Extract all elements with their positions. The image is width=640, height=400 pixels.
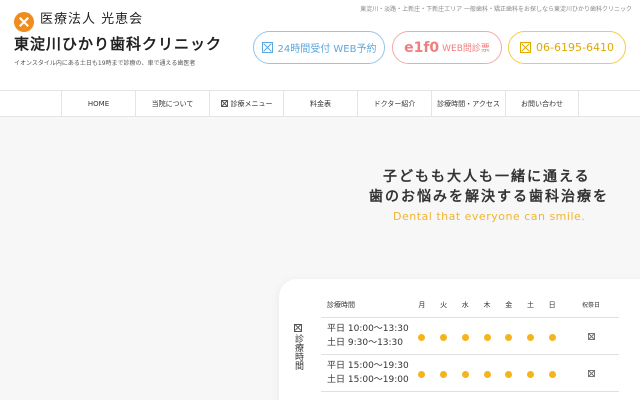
nav-item-menu[interactable]: 診療メニュー	[209, 91, 283, 116]
nav-item-doctor[interactable]: ドクター紹介	[357, 91, 431, 116]
hours-header-holiday: 祝祭日	[563, 293, 619, 318]
nav-item-access[interactable]: 診療時間・アクセス	[431, 91, 505, 116]
hours-header-wed: 水	[454, 293, 477, 318]
holiday-mark-icon	[587, 333, 595, 340]
hours-table: 診療時間 月 火 水 木 金 土 日 祝祭日 平日 10:00〜13:30 土日…	[321, 293, 619, 392]
open-dot-icon	[483, 334, 491, 341]
hours-header-mon: 月	[411, 293, 433, 318]
open-dot-icon	[418, 334, 426, 341]
hours-card: 診療時間 診療時間 月 火 水 木 金 土 日 祝祭日 平日 10:00〜13:…	[279, 279, 640, 400]
global-nav: HOME 当院について 診療メニュー 料金表 ドクター紹介 診療時間・アクセス …	[0, 90, 640, 117]
nav-item-about[interactable]: 当院について	[135, 91, 209, 116]
web-reservation-button[interactable]: 24時間受付 WEB予約	[253, 31, 385, 64]
nav-item-label: 料金表	[310, 99, 331, 108]
hours-header-time: 診療時間	[321, 293, 411, 318]
hours-header-row: 診療時間 月 火 水 木 金 土 日 祝祭日	[321, 293, 619, 318]
hours-header-tue: 火	[432, 293, 455, 318]
hours-time-cell: 平日 10:00〜13:30 土日 9:30〜13:30	[321, 317, 411, 355]
open-dot-icon	[548, 334, 556, 341]
site-header: 東淀川・淡路・上新庄・下新庄エリア 一般歯科・矯正歯科をお探しなら東淀川ひかり歯…	[0, 0, 640, 90]
hero-english-subtitle: Dental that everyone can smile.	[393, 210, 586, 223]
open-dot-icon	[440, 334, 448, 341]
nav-item-price[interactable]: 料金表	[283, 91, 357, 116]
nav-item-label: 診療時間・アクセス	[437, 99, 500, 108]
hours-time-cell: 平日 15:00〜19:30 土日 15:00〜19:00	[321, 354, 411, 392]
web-reservation-label: 24時間受付 WEB予約	[277, 44, 377, 55]
clinic-logo[interactable]: 医療法人 光恵会 東淀川ひかり歯科クリニック	[14, 11, 221, 53]
hours-header-fri: 金	[497, 293, 520, 318]
table-row: 平日 15:00〜19:30 土日 15:00〜19:00	[321, 354, 619, 392]
open-dot-icon	[440, 371, 448, 378]
open-dot-icon	[548, 371, 556, 378]
open-dot-icon	[418, 371, 426, 378]
table-row: 平日 10:00〜13:30 土日 9:30〜13:30	[321, 317, 619, 355]
hours-weekend-time: 土日 15:00〜19:00	[327, 374, 409, 385]
phone-button[interactable]: 06-6195-6410	[508, 31, 626, 64]
hours-weekday-time: 平日 15:00〜19:30	[327, 360, 409, 371]
holiday-mark-icon	[587, 370, 595, 377]
hours-weekend-time: 土日 9:30〜13:30	[327, 337, 404, 348]
nav-item-label: HOME	[87, 99, 110, 108]
hero-heading-line2: 歯のお悩みを解決する歯科治療を	[369, 189, 609, 205]
open-dot-icon	[461, 371, 469, 378]
open-dot-icon	[526, 334, 534, 341]
nav-item-label: 当院について	[151, 99, 194, 108]
phone-icon	[520, 42, 532, 53]
open-dot-icon	[505, 334, 513, 341]
clock-icon	[294, 324, 302, 332]
clinic-name: 東淀川ひかり歯科クリニック	[14, 35, 223, 53]
open-dot-icon	[526, 371, 534, 378]
calendar-icon	[261, 42, 273, 53]
web-questionnaire-button[interactable]: e1f0 WEB問診票	[392, 31, 502, 64]
clinic-logo-icon	[14, 12, 34, 32]
open-dot-icon	[483, 371, 491, 378]
nav-item-label: お問い合わせ	[521, 99, 563, 108]
clinic-description: イオンスタイル内にある土日も19時まで診療の、車で通える歯医者	[14, 60, 196, 67]
nav-item-label: 診療メニュー	[230, 99, 273, 108]
phone-number: 06-6195-6410	[536, 41, 614, 54]
web-questionnaire-label: WEB問診票	[442, 44, 490, 54]
open-dot-icon	[461, 334, 469, 341]
hours-header-sat: 土	[519, 293, 542, 318]
hours-weekday-time: 平日 10:00〜13:30	[327, 323, 409, 334]
nav-item-label: ドクター紹介	[373, 99, 416, 108]
eparq-logo: e1f0	[404, 39, 440, 56]
hours-vertical-title: 診療時間	[293, 334, 303, 370]
hours-header-thu: 木	[476, 293, 498, 318]
menu-icon	[220, 100, 228, 107]
header-tagline: 東淀川・淡路・上新庄・下新庄エリア 一般歯科・矯正歯科をお探しなら東淀川ひかり歯…	[360, 6, 632, 13]
open-dot-icon	[505, 371, 513, 378]
hero-heading-line1: 子どもも大人も一緒に通える	[383, 169, 591, 185]
clinic-org-name: 医療法人 光恵会	[40, 12, 144, 27]
hours-header-sun: 日	[541, 293, 564, 318]
nav-item-contact[interactable]: お問い合わせ	[505, 91, 579, 116]
hours-side-label: 診療時間	[292, 324, 304, 370]
nav-item-home[interactable]: HOME	[61, 91, 135, 116]
